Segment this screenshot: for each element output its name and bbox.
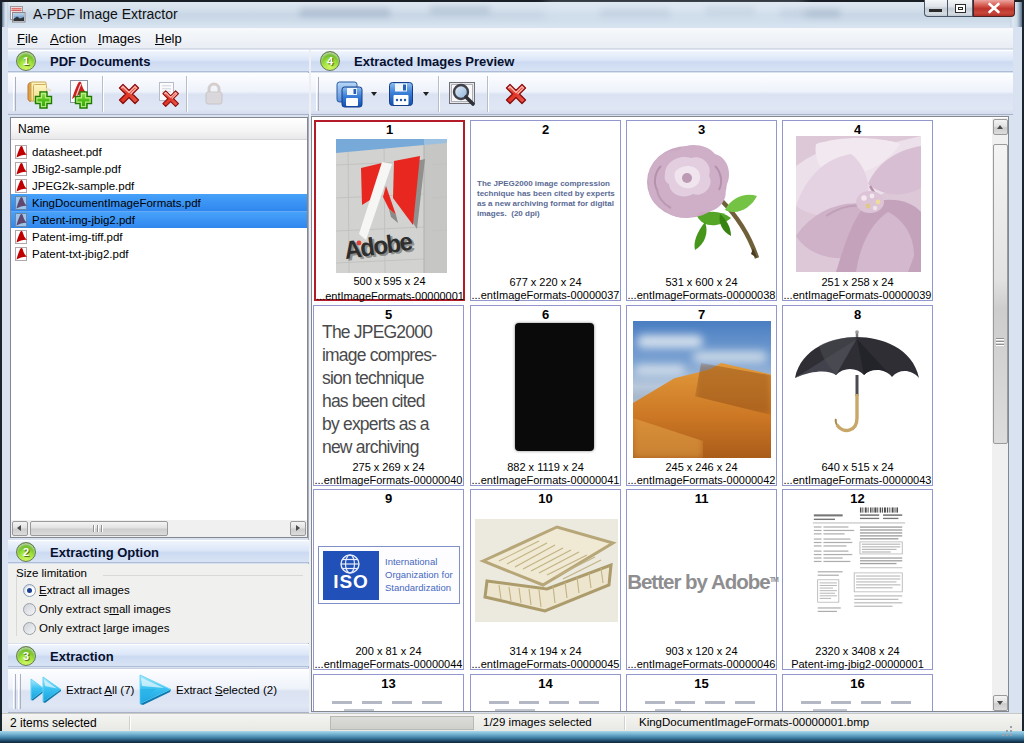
svg-text:Adobe: Adobe (342, 227, 413, 264)
